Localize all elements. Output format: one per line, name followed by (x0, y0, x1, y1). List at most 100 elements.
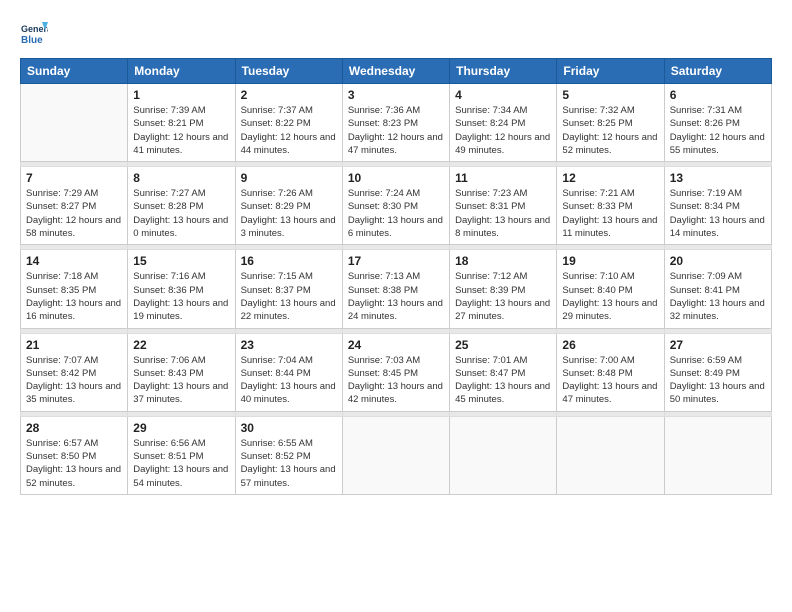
calendar-cell: 24 Sunrise: 7:03 AMSunset: 8:45 PMDayligh… (342, 333, 449, 411)
day-info: Sunrise: 7:23 AMSunset: 8:31 PMDaylight:… (455, 187, 551, 240)
day-number: 3 (348, 88, 444, 102)
day-info: Sunrise: 7:13 AMSunset: 8:38 PMDaylight:… (348, 270, 444, 323)
calendar-cell: 9 Sunrise: 7:26 AMSunset: 8:29 PMDaylight… (235, 167, 342, 245)
day-number: 25 (455, 338, 551, 352)
day-info: Sunrise: 7:12 AMSunset: 8:39 PMDaylight:… (455, 270, 551, 323)
calendar-cell: 14 Sunrise: 7:18 AMSunset: 8:35 PMDayligh… (21, 250, 128, 328)
calendar-cell: 20Sunrise: 7:09 AMSunset: 8:41 PMDayligh… (664, 250, 771, 328)
logo-svg: General Blue (20, 20, 48, 48)
calendar-cell: 21 Sunrise: 7:07 AMSunset: 8:42 PMDayligh… (21, 333, 128, 411)
day-number: 8 (133, 171, 229, 185)
day-number: 1 (133, 88, 229, 102)
day-number: 6 (670, 88, 766, 102)
day-info: Sunrise: 7:03 AMSunset: 8:45 PMDaylight:… (348, 354, 444, 407)
calendar-cell: 15 Sunrise: 7:16 AMSunset: 8:36 PMDayligh… (128, 250, 235, 328)
day-number: 15 (133, 254, 229, 268)
day-info: Sunrise: 6:59 AMSunset: 8:49 PMDaylight:… (670, 354, 766, 407)
day-info: Sunrise: 6:57 AMSunset: 8:50 PMDaylight:… (26, 437, 122, 490)
weekday-header: Saturday (664, 59, 771, 84)
day-number: 10 (348, 171, 444, 185)
calendar-cell: 16 Sunrise: 7:15 AMSunset: 8:37 PMDayligh… (235, 250, 342, 328)
day-number: 11 (455, 171, 551, 185)
day-info: Sunrise: 7:07 AMSunset: 8:42 PMDaylight:… (26, 354, 122, 407)
day-info: Sunrise: 7:16 AMSunset: 8:36 PMDaylight:… (133, 270, 229, 323)
weekday-header: Sunday (21, 59, 128, 84)
day-info: Sunrise: 7:01 AMSunset: 8:47 PMDaylight:… (455, 354, 551, 407)
calendar-cell: 23Sunrise: 7:04 AMSunset: 8:44 PMDayligh… (235, 333, 342, 411)
day-number: 20 (670, 254, 766, 268)
calendar-cell (342, 416, 449, 494)
day-info: Sunrise: 7:21 AMSunset: 8:33 PMDaylight:… (562, 187, 658, 240)
calendar-cell (557, 416, 664, 494)
day-number: 17 (348, 254, 444, 268)
svg-text:Blue: Blue (21, 35, 43, 46)
day-info: Sunrise: 7:00 AMSunset: 8:48 PMDaylight:… (562, 354, 658, 407)
calendar-cell: 3 Sunrise: 7:36 AMSunset: 8:23 PMDaylight… (342, 84, 449, 162)
calendar-cell (450, 416, 557, 494)
day-number: 13 (670, 171, 766, 185)
day-number: 29 (133, 421, 229, 435)
day-info: Sunrise: 7:19 AMSunset: 8:34 PMDaylight:… (670, 187, 766, 240)
weekday-header: Monday (128, 59, 235, 84)
calendar-cell: 13 Sunrise: 7:19 AMSunset: 8:34 PMDayligh… (664, 167, 771, 245)
day-info: Sunrise: 7:24 AMSunset: 8:30 PMDaylight:… (348, 187, 444, 240)
calendar-cell: 29 Sunrise: 6:56 AMSunset: 8:51 PMDayligh… (128, 416, 235, 494)
calendar-cell: 30 Sunrise: 6:55 AMSunset: 8:52 PMDayligh… (235, 416, 342, 494)
calendar-cell: 28 Sunrise: 6:57 AMSunset: 8:50 PMDayligh… (21, 416, 128, 494)
day-number: 26 (562, 338, 658, 352)
day-number: 14 (26, 254, 122, 268)
day-number: 21 (26, 338, 122, 352)
day-info: Sunrise: 7:32 AMSunset: 8:25 PMDaylight:… (562, 104, 658, 157)
day-number: 12 (562, 171, 658, 185)
calendar-cell: 27Sunrise: 6:59 AMSunset: 8:49 PMDayligh… (664, 333, 771, 411)
day-info: Sunrise: 6:55 AMSunset: 8:52 PMDaylight:… (241, 437, 337, 490)
calendar-cell: 25 Sunrise: 7:01 AMSunset: 8:47 PMDayligh… (450, 333, 557, 411)
day-info: Sunrise: 7:36 AMSunset: 8:23 PMDaylight:… (348, 104, 444, 157)
page-header: General Blue (20, 20, 772, 48)
day-info: Sunrise: 7:10 AMSunset: 8:40 PMDaylight:… (562, 270, 658, 323)
day-info: Sunrise: 7:18 AMSunset: 8:35 PMDaylight:… (26, 270, 122, 323)
calendar-cell: 19Sunrise: 7:10 AMSunset: 8:40 PMDayligh… (557, 250, 664, 328)
calendar-table: SundayMondayTuesdayWednesdayThursdayFrid… (20, 58, 772, 495)
calendar-week-row: 14 Sunrise: 7:18 AMSunset: 8:35 PMDayligh… (21, 250, 772, 328)
calendar-cell: 26 Sunrise: 7:00 AMSunset: 8:48 PMDayligh… (557, 333, 664, 411)
day-number: 9 (241, 171, 337, 185)
day-number: 24 (348, 338, 444, 352)
calendar-cell: 8 Sunrise: 7:27 AMSunset: 8:28 PMDaylight… (128, 167, 235, 245)
calendar-cell (664, 416, 771, 494)
logo: General Blue (20, 20, 52, 48)
day-number: 16 (241, 254, 337, 268)
day-info: Sunrise: 7:31 AMSunset: 8:26 PMDaylight:… (670, 104, 766, 157)
weekday-header: Tuesday (235, 59, 342, 84)
calendar-cell: 5Sunrise: 7:32 AMSunset: 8:25 PMDaylight… (557, 84, 664, 162)
weekday-header: Wednesday (342, 59, 449, 84)
day-info: Sunrise: 7:37 AMSunset: 8:22 PMDaylight:… (241, 104, 337, 157)
day-info: Sunrise: 7:27 AMSunset: 8:28 PMDaylight:… (133, 187, 229, 240)
calendar-cell: 6 Sunrise: 7:31 AMSunset: 8:26 PMDaylight… (664, 84, 771, 162)
calendar-week-row: 1Sunrise: 7:39 AMSunset: 8:21 PMDaylight… (21, 84, 772, 162)
day-info: Sunrise: 7:29 AMSunset: 8:27 PMDaylight:… (26, 187, 122, 240)
day-number: 2 (241, 88, 337, 102)
day-info: Sunrise: 7:15 AMSunset: 8:37 PMDaylight:… (241, 270, 337, 323)
day-number: 30 (241, 421, 337, 435)
calendar-cell: 7 Sunrise: 7:29 AMSunset: 8:27 PMDaylight… (21, 167, 128, 245)
weekday-header: Friday (557, 59, 664, 84)
day-info: Sunrise: 7:34 AMSunset: 8:24 PMDaylight:… (455, 104, 551, 157)
day-number: 22 (133, 338, 229, 352)
day-info: Sunrise: 7:06 AMSunset: 8:43 PMDaylight:… (133, 354, 229, 407)
calendar-week-row: 21 Sunrise: 7:07 AMSunset: 8:42 PMDayligh… (21, 333, 772, 411)
calendar-cell: 18 Sunrise: 7:12 AMSunset: 8:39 PMDayligh… (450, 250, 557, 328)
calendar-cell: 2 Sunrise: 7:37 AMSunset: 8:22 PMDaylight… (235, 84, 342, 162)
day-info: Sunrise: 6:56 AMSunset: 8:51 PMDaylight:… (133, 437, 229, 490)
calendar-cell: 22 Sunrise: 7:06 AMSunset: 8:43 PMDayligh… (128, 333, 235, 411)
calendar-cell: 10 Sunrise: 7:24 AMSunset: 8:30 PMDayligh… (342, 167, 449, 245)
day-number: 7 (26, 171, 122, 185)
calendar-cell: 12 Sunrise: 7:21 AMSunset: 8:33 PMDayligh… (557, 167, 664, 245)
day-number: 18 (455, 254, 551, 268)
day-info: Sunrise: 7:26 AMSunset: 8:29 PMDaylight:… (241, 187, 337, 240)
calendar-cell (21, 84, 128, 162)
calendar-cell: 4Sunrise: 7:34 AMSunset: 8:24 PMDaylight… (450, 84, 557, 162)
calendar-week-row: 28 Sunrise: 6:57 AMSunset: 8:50 PMDayligh… (21, 416, 772, 494)
weekday-header: Thursday (450, 59, 557, 84)
day-number: 28 (26, 421, 122, 435)
